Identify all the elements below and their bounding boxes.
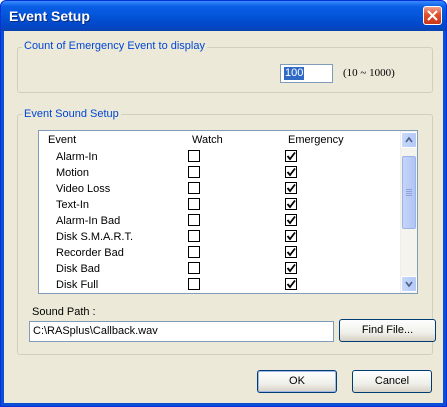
checkmark-icon bbox=[286, 215, 296, 225]
list-scrollbar[interactable] bbox=[400, 131, 417, 293]
list-header: Event Watch Emergency bbox=[39, 131, 402, 149]
checkmark-icon bbox=[286, 151, 296, 161]
event-name: Disk Full bbox=[56, 279, 99, 291]
watch-checkbox[interactable] bbox=[188, 150, 200, 162]
scroll-up-button[interactable] bbox=[401, 132, 417, 148]
dialog-title: Event Setup bbox=[9, 8, 90, 24]
column-header-watch[interactable]: Watch bbox=[192, 134, 223, 146]
checkmark-icon bbox=[286, 263, 296, 273]
event-setup-dialog: Event Setup Count of Emergency Event to … bbox=[0, 0, 447, 407]
sound-path-label: Sound Path : bbox=[32, 306, 96, 318]
scroll-up-arrow-icon bbox=[405, 136, 413, 143]
event-name: Recorder Bad bbox=[56, 247, 124, 259]
sound-path-input[interactable]: C:\RASplus\Callback.wav bbox=[29, 321, 334, 342]
dialog-body: Count of Emergency Event to display 100 … bbox=[4, 31, 443, 403]
emergency-checkbox[interactable] bbox=[285, 230, 297, 242]
checkmark-icon bbox=[286, 183, 296, 193]
list-item[interactable]: Text-In bbox=[39, 197, 402, 213]
emergency-checkbox[interactable] bbox=[285, 214, 297, 226]
count-group-legend: Count of Emergency Event to display bbox=[22, 40, 207, 52]
event-name: Alarm-In Bad bbox=[56, 215, 121, 227]
close-button[interactable] bbox=[423, 6, 442, 25]
checkmark-icon bbox=[286, 247, 296, 257]
emergency-checkbox[interactable] bbox=[285, 150, 297, 162]
emergency-checkbox[interactable] bbox=[285, 246, 297, 258]
list-item[interactable]: Disk Full bbox=[39, 277, 402, 293]
scroll-down-button[interactable] bbox=[401, 276, 417, 292]
emergency-checkbox[interactable] bbox=[285, 198, 297, 210]
title-bar[interactable]: Event Setup bbox=[1, 1, 446, 31]
watch-checkbox[interactable] bbox=[188, 166, 200, 178]
event-name: Disk S.M.A.R.T. bbox=[56, 231, 134, 243]
close-icon bbox=[427, 10, 438, 21]
checkmark-icon bbox=[286, 167, 296, 177]
watch-checkbox[interactable] bbox=[188, 182, 200, 194]
cancel-button[interactable]: Cancel bbox=[352, 370, 432, 393]
watch-checkbox[interactable] bbox=[188, 230, 200, 242]
emergency-checkbox[interactable] bbox=[285, 166, 297, 178]
checkmark-icon bbox=[286, 199, 296, 209]
watch-checkbox[interactable] bbox=[188, 198, 200, 210]
event-name: Video Loss bbox=[56, 183, 111, 195]
list-item[interactable]: Video Loss bbox=[39, 181, 402, 197]
emergency-count-value: 100 bbox=[284, 67, 305, 80]
find-file-button[interactable]: Find File... bbox=[339, 319, 436, 342]
checkmark-icon bbox=[286, 279, 296, 289]
scroll-down-arrow-icon bbox=[405, 281, 413, 288]
sound-group-legend: Event Sound Setup bbox=[22, 108, 121, 120]
event-name: Alarm-In bbox=[56, 151, 98, 163]
checkmark-icon bbox=[286, 231, 296, 241]
emergency-count-input[interactable]: 100 bbox=[280, 64, 333, 83]
emergency-checkbox[interactable] bbox=[285, 182, 297, 194]
event-name: Text-In bbox=[56, 199, 90, 211]
list-item[interactable]: Disk S.M.A.R.T. bbox=[39, 229, 402, 245]
watch-checkbox[interactable] bbox=[188, 246, 200, 258]
watch-checkbox[interactable] bbox=[188, 214, 200, 226]
emergency-checkbox[interactable] bbox=[285, 278, 297, 290]
scroll-thumb[interactable] bbox=[402, 156, 416, 229]
watch-checkbox[interactable] bbox=[188, 278, 200, 290]
ok-button[interactable]: OK bbox=[257, 370, 337, 393]
event-sound-list[interactable]: Event Watch Emergency Alarm-In Motion Vide… bbox=[38, 130, 418, 294]
event-name: Motion bbox=[56, 167, 90, 179]
count-range-hint: (10 ~ 1000) bbox=[343, 67, 395, 79]
column-header-emergency[interactable]: Emergency bbox=[288, 134, 344, 146]
list-item[interactable]: Disk Bad bbox=[39, 261, 402, 277]
watch-checkbox[interactable] bbox=[188, 262, 200, 274]
list-item[interactable]: Alarm-In Bad bbox=[39, 213, 402, 229]
list-item[interactable]: Alarm-In bbox=[39, 149, 402, 165]
column-header-event[interactable]: Event bbox=[48, 134, 76, 146]
emergency-checkbox[interactable] bbox=[285, 262, 297, 274]
event-name: Disk Bad bbox=[56, 263, 101, 275]
list-item[interactable]: Motion bbox=[39, 165, 402, 181]
list-item[interactable]: Recorder Bad bbox=[39, 245, 402, 261]
